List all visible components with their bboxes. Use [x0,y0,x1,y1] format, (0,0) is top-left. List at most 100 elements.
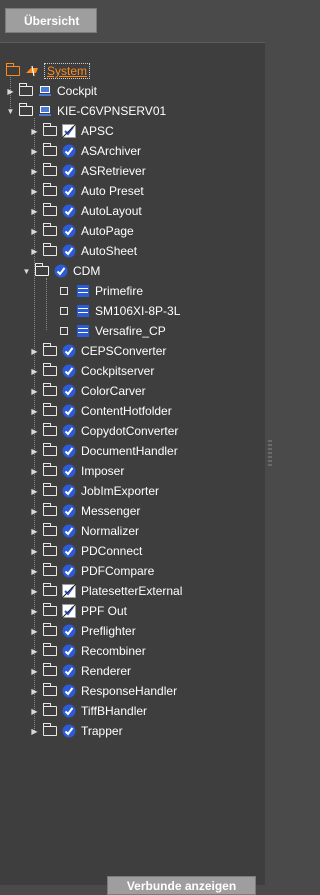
tree-item-service[interactable]: ▶ TiffBHandler [30,701,147,721]
folder-icon [43,523,57,536]
chevron-right-icon[interactable]: ▶ [30,501,39,521]
checkmark-icon [61,644,76,659]
tree-item-service[interactable]: ▶ PPF Out [30,601,127,621]
checkmark-icon [61,144,76,159]
checkmark-icon [61,524,76,539]
tree-item-label: Imposer [81,464,125,478]
checkmark-icon [61,504,76,519]
printer-icon [75,324,90,339]
chevron-right-icon[interactable]: ▶ [30,401,39,421]
tree-item-label: TiffBHandler [81,704,148,718]
tree-item-versafire[interactable]: Versafire_CP [60,321,166,341]
chevron-right-icon[interactable]: ▶ [30,141,39,161]
tree-item-service[interactable]: ▶ Imposer [30,461,124,481]
tree-item-asretriever[interactable]: ▶ ASRetriever [30,161,146,181]
chevron-right-icon[interactable]: ▶ [30,221,39,241]
chevron-right-icon[interactable]: ▶ [30,381,39,401]
chevron-right-icon[interactable]: ▶ [30,601,39,621]
chevron-right-icon[interactable]: ▶ [30,241,39,261]
chevron-right-icon[interactable]: ▶ [30,481,39,501]
tree-item-service[interactable]: ▶ Recombiner [30,641,146,661]
chevron-right-icon[interactable]: ▶ [30,581,39,601]
tree-item-service[interactable]: ▶ ContentHotfolder [30,401,172,421]
tree-item-autolayout[interactable]: ▶ AutoLayout [30,201,142,221]
tree-item-service[interactable]: ▶ Messenger [30,501,140,521]
chevron-right-icon[interactable]: ▶ [6,81,15,101]
tree-item-service[interactable]: ▶ Trapper [30,721,123,741]
tree-item-service[interactable]: ▶ Renderer [30,661,131,681]
tree-item-cockpit[interactable]: ▶ Cockpit [6,81,97,101]
tree-item-service[interactable]: ▶ Cockpitserver [30,361,154,381]
chevron-right-icon[interactable]: ▶ [30,641,39,661]
tree-item-autosheet[interactable]: ▶ AutoSheet [30,241,137,261]
folder-icon [43,223,57,236]
tree-item-primefire[interactable]: Primefire [60,281,143,301]
tree-item-asarchiver[interactable]: ▶ ASArchiver [30,141,141,161]
top-toolbar: Übersicht [0,0,276,40]
chevron-down-icon[interactable]: ▼ [22,261,31,281]
tree-item-service[interactable]: ▶ JobImExporter [30,481,159,501]
overview-tab-button[interactable]: Übersicht [5,8,97,33]
tree-item-service[interactable]: ▶ CopydotConverter [30,421,178,441]
tree-item-cdm[interactable]: ▼ CDM [22,261,100,281]
checkmark-icon [61,444,76,459]
tree-item-service[interactable]: ▶ ResponseHandler [30,681,177,701]
system-alert-icon [24,64,39,79]
tree-item-service[interactable]: ▶ DocumentHandler [30,441,178,461]
tree-root[interactable]: System [6,61,91,81]
checkbox[interactable] [60,307,68,315]
tree-item-label: APSC [81,124,114,138]
chevron-right-icon[interactable]: ▶ [30,461,39,481]
tree-item-sm106[interactable]: SM106XI-8P-3L [60,301,180,321]
chevron-right-icon[interactable]: ▶ [30,621,39,641]
tree-item-label: AutoSheet [81,244,138,258]
computer-icon [37,84,52,99]
tree-item-service[interactable]: ▶ Normalizer [30,521,139,541]
tree-item-service[interactable]: ▶ CEPSConverter [30,341,166,361]
show-connections-button[interactable]: Verbunde anzeigen [107,876,256,895]
chevron-right-icon[interactable]: ▶ [30,441,39,461]
tree-item-label: Recombiner [81,644,146,658]
tree-root-label[interactable]: System [44,63,91,79]
tree-item-label: SM106XI-8P-3L [95,304,181,318]
splitter-grip-icon[interactable] [268,440,272,468]
tree-item-apsc[interactable]: ▶ APSC [30,121,114,141]
chevron-right-icon[interactable]: ▶ [30,541,39,561]
chevron-down-icon[interactable]: ▼ [6,101,15,121]
checkmark-icon [61,684,76,699]
tree-item-service[interactable]: ▶ PDConnect [30,541,142,561]
checkmark-icon [61,344,76,359]
checkmark-icon [61,564,76,579]
tree-item-label: ColorCarver [81,384,146,398]
folder-icon [43,143,57,156]
tree-item-service[interactable]: ▶ Preflighter [30,621,136,641]
tree-item-service[interactable]: ▶ PlatesetterExternal [30,581,182,601]
chevron-right-icon[interactable]: ▶ [30,181,39,201]
folder-icon [43,243,57,256]
checkmark-icon [61,364,76,379]
chevron-right-icon[interactable]: ▶ [30,161,39,181]
chevron-right-icon[interactable]: ▶ [30,421,39,441]
tree-item-server[interactable]: ▼ KIE-C6VPNSERV01 [6,101,166,121]
folder-icon [43,203,57,216]
chevron-right-icon[interactable]: ▶ [30,121,39,141]
chevron-right-icon[interactable]: ▶ [30,681,39,701]
chevron-right-icon[interactable]: ▶ [30,661,39,681]
chevron-right-icon[interactable]: ▶ [30,561,39,581]
tree-item-autopage[interactable]: ▶ AutoPage [30,221,134,241]
tree-item-service[interactable]: ▶ PDFCompare [30,561,154,581]
tree-item-label: Renderer [81,664,132,678]
tree-item-label: ASRetriever [81,164,146,178]
checkbox[interactable] [60,287,68,295]
checkbox[interactable] [60,327,68,335]
checkmark-mixed-icon [61,604,76,619]
chevron-right-icon[interactable]: ▶ [30,701,39,721]
chevron-right-icon[interactable]: ▶ [30,721,39,741]
chevron-right-icon[interactable]: ▶ [30,361,39,381]
tree-item-label: ResponseHandler [81,684,178,698]
tree-item-autopreset[interactable]: ▶ Auto Preset [30,181,144,201]
chevron-right-icon[interactable]: ▶ [30,201,39,221]
tree-item-service[interactable]: ▶ ColorCarver [30,381,146,401]
chevron-right-icon[interactable]: ▶ [30,521,39,541]
chevron-right-icon[interactable]: ▶ [30,341,39,361]
